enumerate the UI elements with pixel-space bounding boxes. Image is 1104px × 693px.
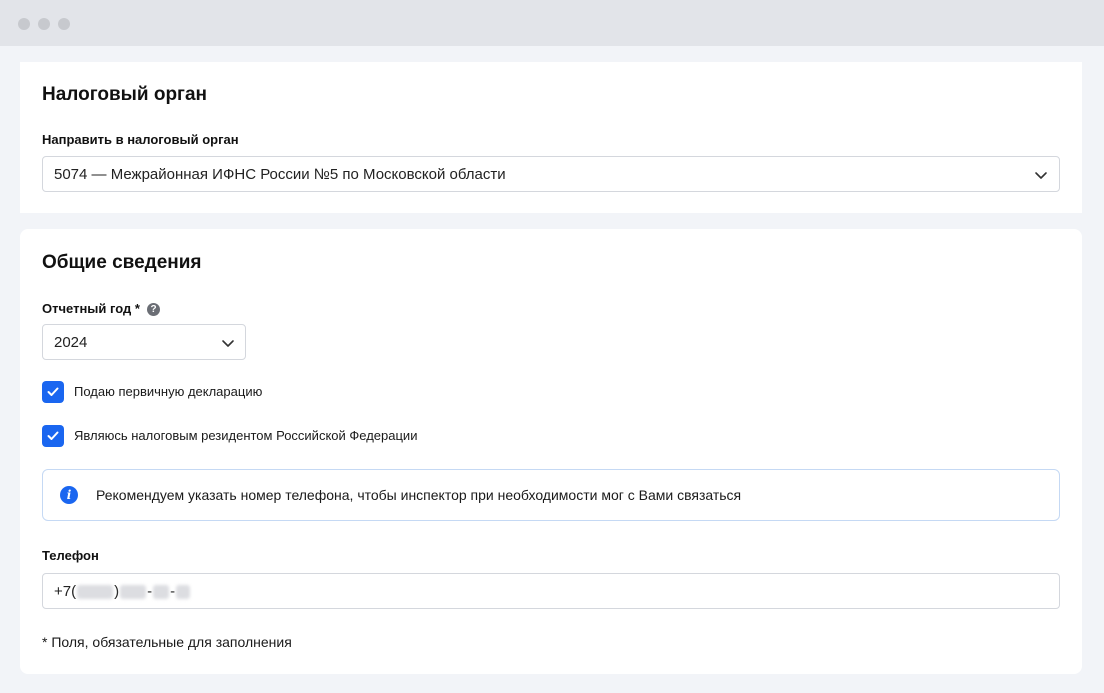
window-titlebar [0,0,1104,46]
check-icon [47,387,59,396]
checkbox-label: Подаю первичную декларацию [74,384,263,399]
window-close-dot[interactable] [18,18,30,30]
general-info-card: Общие сведения Отчетный год * ? 2024 Под… [20,229,1082,674]
redacted-digits [120,584,147,599]
check-icon [47,431,59,440]
window-minimize-dot[interactable] [38,18,50,30]
checkbox-label: Являюсь налоговым резидентом Российской … [74,428,418,443]
checkbox[interactable] [42,381,64,403]
tax-authority-selected-value: 5074 — Межрайонная ИФНС России №5 по Мос… [54,166,506,183]
section-title-tax-authority: Налоговый орган [42,84,208,105]
phone-value: +7( ) - - [54,583,191,600]
phone-prefix: +7( [54,583,77,600]
chevron-down-icon [1035,172,1047,179]
tax-authority-label: Направить в налоговый орган [42,132,239,147]
redacted-area-code [77,584,114,599]
reporting-year-label: Отчетный год * [42,301,140,316]
checkbox[interactable] [42,425,64,447]
section-title-general-info: Общие сведения [42,252,202,273]
reporting-year-select[interactable]: 2024 [42,324,246,360]
redacted-digits [176,584,191,599]
info-icon: i [60,486,78,504]
notice-text: Рекомендуем указать номер телефона, чтоб… [96,487,742,503]
window-maximize-dot[interactable] [58,18,70,30]
chevron-down-icon [222,340,234,347]
phone-separator: - [147,583,153,600]
redacted-digits [153,584,170,599]
required-fields-footnote: * Поля, обязательные для заполнения [42,634,292,650]
phone-input[interactable]: +7( ) - - [42,573,1060,609]
phone-separator: ) [114,583,120,600]
phone-recommendation-notice: i Рекомендуем указать номер телефона, чт… [42,469,1060,521]
help-icon[interactable]: ? [147,303,160,316]
phone-separator: - [170,583,176,600]
tax-authority-select[interactable]: 5074 — Межрайонная ИФНС России №5 по Мос… [42,156,1060,192]
reporting-year-value: 2024 [54,334,88,351]
tax-authority-card: Налоговый орган Направить в налоговый ор… [20,62,1082,213]
phone-label: Телефон [42,548,99,563]
